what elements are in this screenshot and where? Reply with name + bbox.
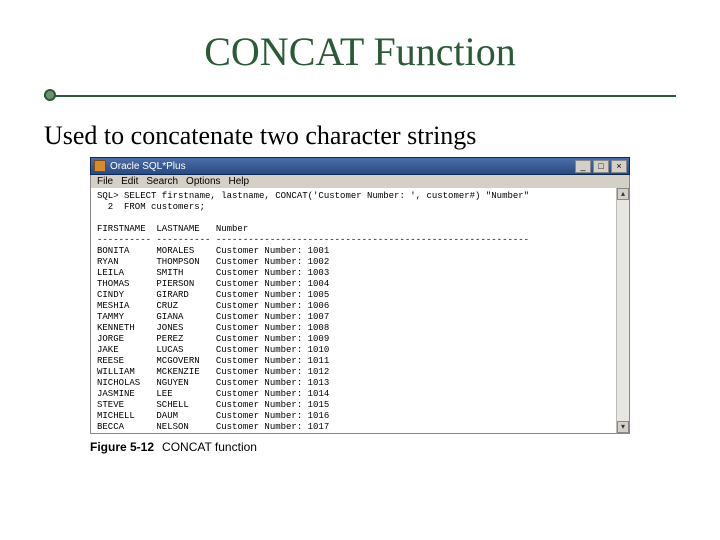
menu-search[interactable]: Search bbox=[146, 176, 178, 187]
slide-title: CONCAT Function bbox=[0, 28, 720, 75]
client-area: SQL> SELECT firstname, lastname, CONCAT(… bbox=[90, 188, 630, 434]
menu-options[interactable]: Options bbox=[186, 176, 220, 187]
figure-text: CONCAT function bbox=[162, 440, 257, 454]
rule-dot-icon bbox=[44, 89, 56, 101]
app-icon bbox=[94, 160, 106, 172]
maximize-button[interactable]: □ bbox=[593, 160, 609, 173]
window-titlebar[interactable]: Oracle SQL*Plus _ □ × bbox=[90, 157, 630, 175]
minimize-button[interactable]: _ bbox=[575, 160, 591, 173]
window-title: Oracle SQL*Plus bbox=[110, 161, 575, 172]
close-button[interactable]: × bbox=[611, 160, 627, 173]
body-text: Used to concatenate two character string… bbox=[44, 121, 676, 151]
scroll-down-icon[interactable]: ▾ bbox=[617, 421, 629, 433]
vertical-scrollbar[interactable]: ▴ ▾ bbox=[616, 188, 629, 433]
slide: CONCAT Function Used to concatenate two … bbox=[0, 28, 720, 540]
title-rule bbox=[44, 89, 676, 103]
sql-output: SQL> SELECT firstname, lastname, CONCAT(… bbox=[97, 191, 623, 434]
menu-help[interactable]: Help bbox=[229, 176, 250, 187]
figure-caption: Figure 5-12 CONCAT function bbox=[90, 440, 630, 454]
scroll-up-icon[interactable]: ▴ bbox=[617, 188, 629, 200]
menu-edit[interactable]: Edit bbox=[121, 176, 138, 187]
menubar: File Edit Search Options Help bbox=[90, 175, 630, 188]
window-buttons: _ □ × bbox=[575, 160, 627, 173]
sqlplus-window: Oracle SQL*Plus _ □ × File Edit Search O… bbox=[90, 157, 630, 434]
figure-number: Figure 5-12 bbox=[90, 440, 154, 454]
rule-line bbox=[44, 95, 676, 97]
menu-file[interactable]: File bbox=[97, 176, 113, 187]
